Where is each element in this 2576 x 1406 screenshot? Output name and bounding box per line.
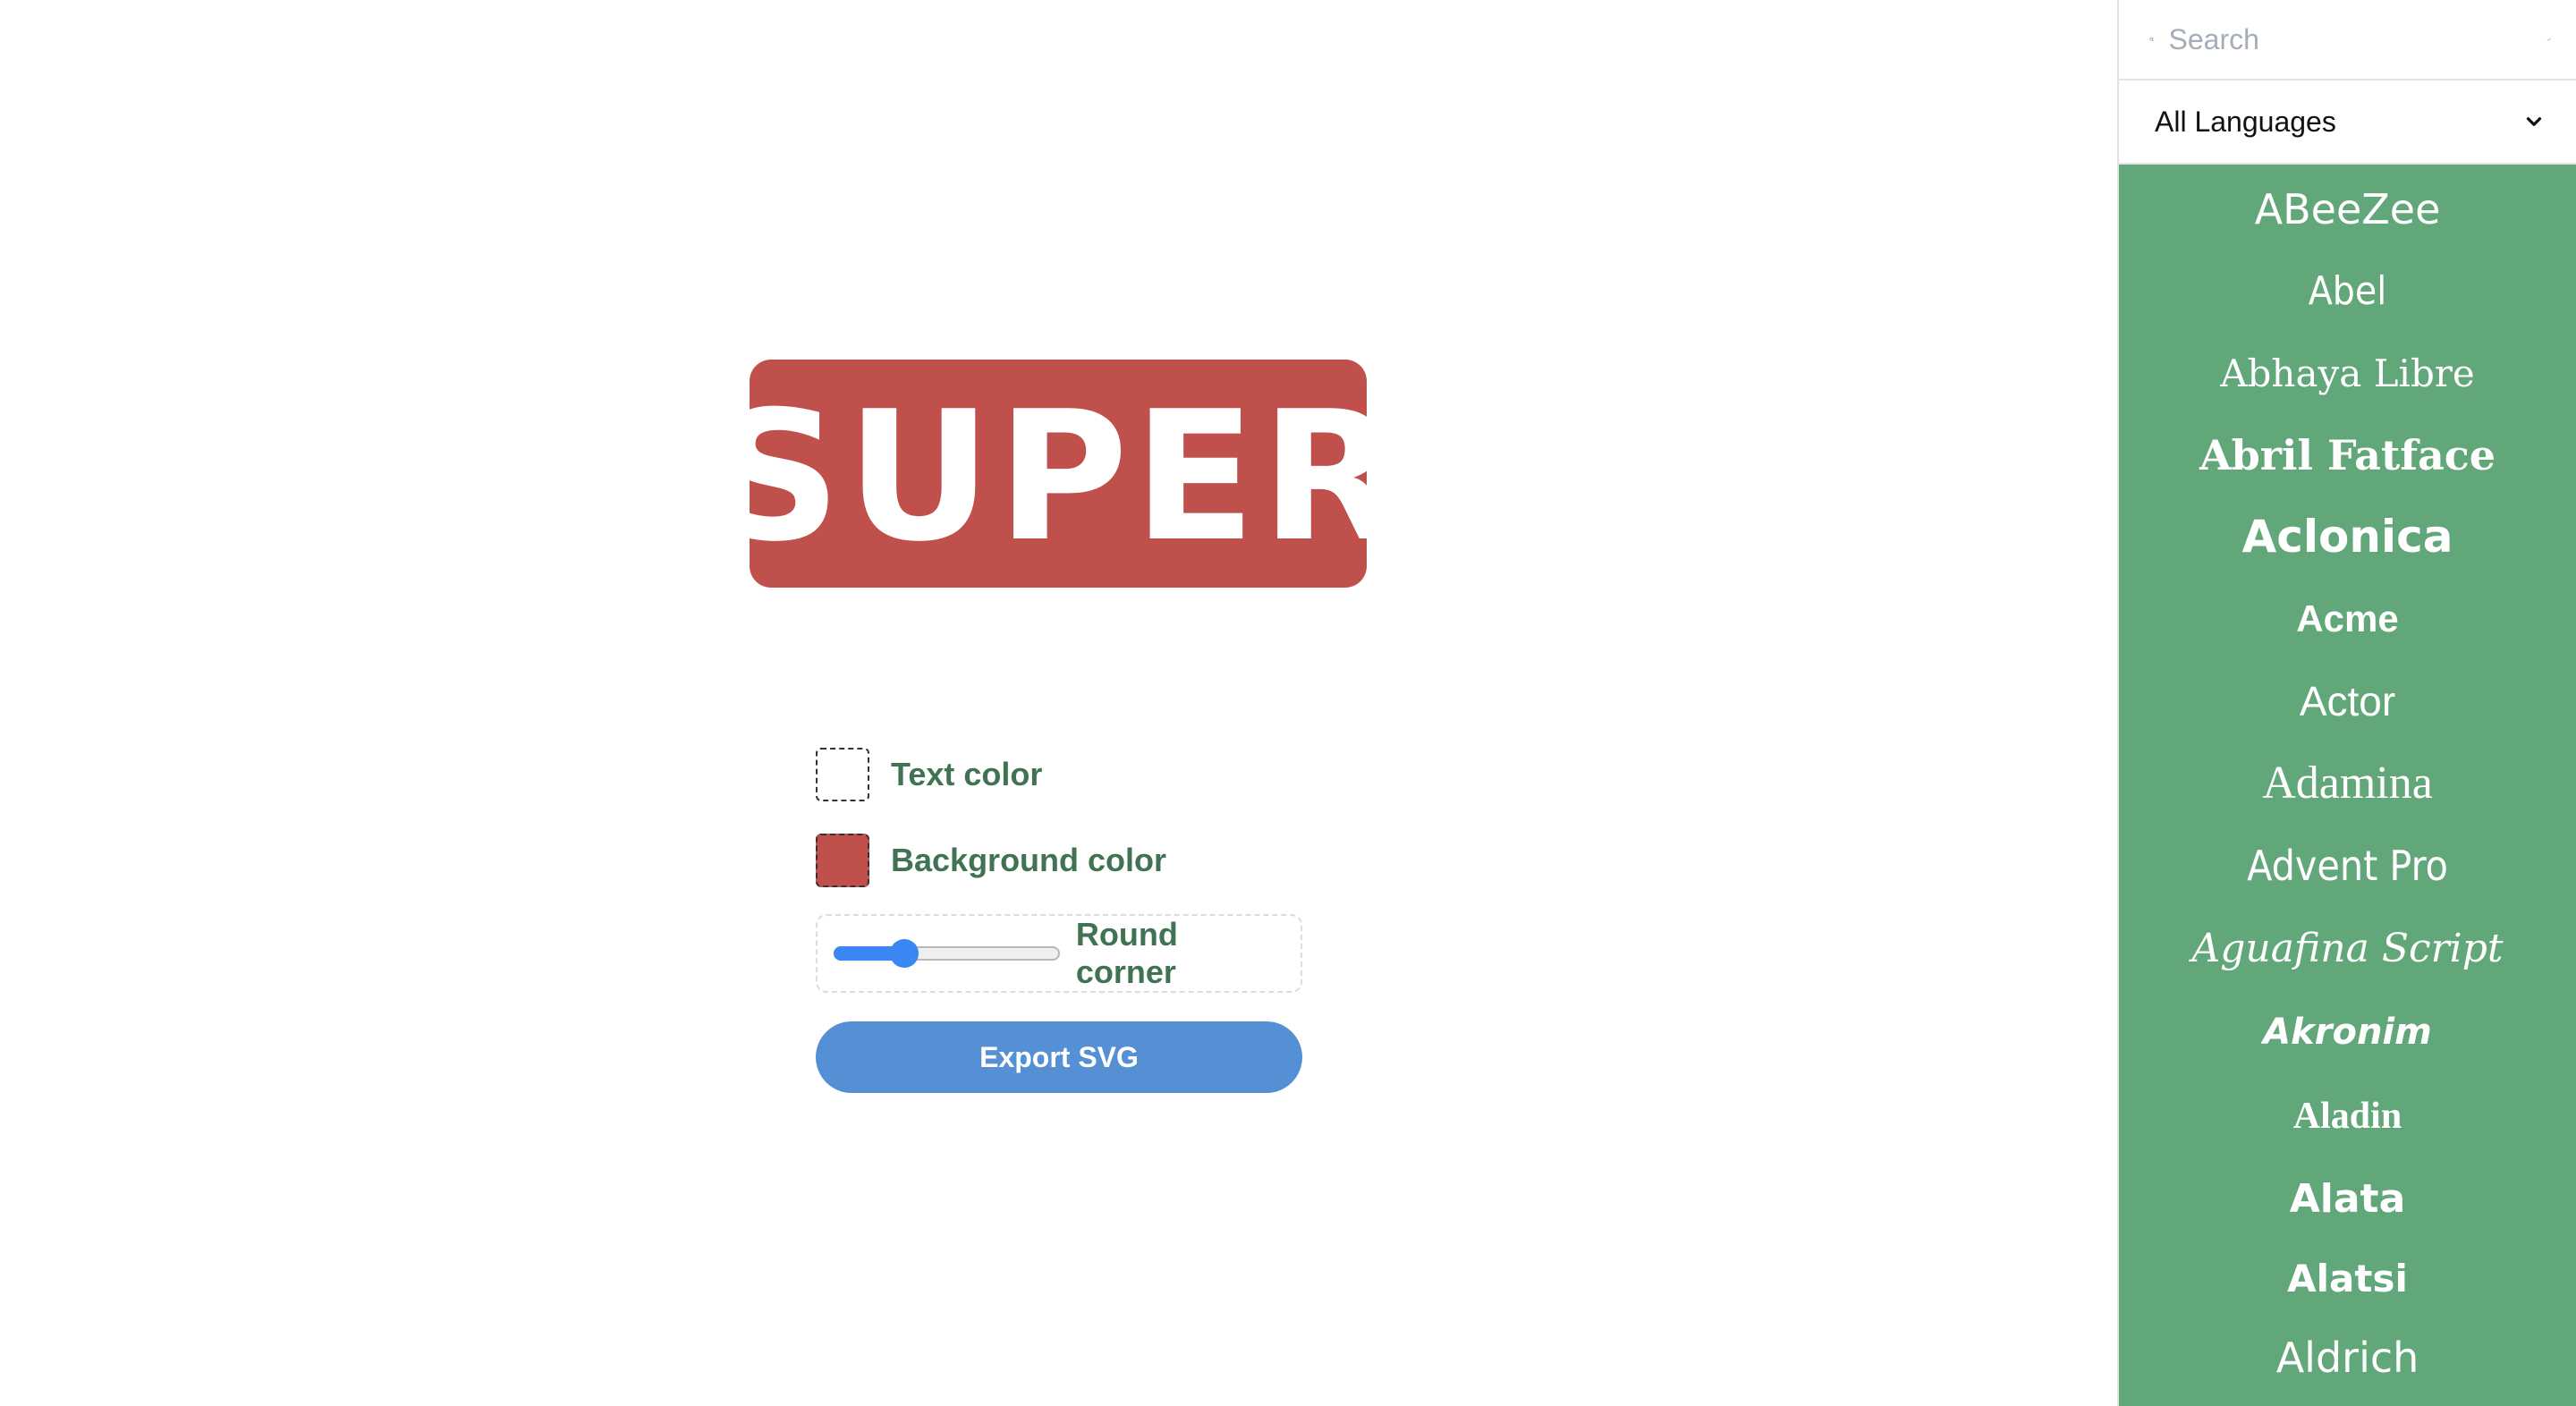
font-list-item[interactable]: Aldrich xyxy=(2119,1318,2576,1397)
font-list-item[interactable]: Abel xyxy=(2119,250,2576,333)
text-color-row: Text color xyxy=(816,746,1302,803)
chevron-down-icon xyxy=(2526,117,2542,126)
language-select-value: All Languages xyxy=(2155,105,2336,138)
font-list-item[interactable]: Adamina xyxy=(2119,742,2576,825)
font-designer-app: SUPER Text color Background color Round … xyxy=(0,0,2576,1406)
font-list: ABeeZee Abel Abhaya Libre Abril Fatface Aclo… xyxy=(2119,165,2576,1406)
preview-text: SUPER xyxy=(750,372,1367,581)
check-icon[interactable] xyxy=(2546,26,2552,53)
font-sidebar: All Languages ABeeZeeAbelAbhaya LibreAbr… xyxy=(2117,0,2576,1406)
font-list-item[interactable]: Actor xyxy=(2119,660,2576,742)
font-list-item[interactable]: Advent Pro xyxy=(2119,825,2576,907)
background-color-label: Background color xyxy=(891,842,1167,878)
export-svg-button[interactable]: Export SVG xyxy=(816,1021,1302,1093)
search-icon xyxy=(2149,37,2155,42)
search-input[interactable] xyxy=(2166,21,2546,57)
controls-panel: Text color Background color Round corner… xyxy=(816,746,1302,1093)
text-color-swatch[interactable] xyxy=(816,748,869,801)
round-corner-label: Round corner xyxy=(1075,916,1178,990)
font-list-item[interactable]: Abhaya Libre xyxy=(2119,333,2576,415)
font-list-item[interactable]: Aladin xyxy=(2119,1073,2576,1159)
logo-preview: SUPER xyxy=(750,360,1367,588)
font-list-item[interactable]: Akronim xyxy=(2119,991,2576,1073)
text-color-label: Text color xyxy=(891,756,1043,792)
font-list-item[interactable]: Alata xyxy=(2119,1159,2576,1240)
font-list-item[interactable]: ABeeZee xyxy=(2119,168,2576,250)
font-list-item[interactable]: Abril Fatface xyxy=(2119,415,2576,495)
background-color-row: Background color xyxy=(816,832,1302,889)
font-list-item[interactable]: Aguafina Script xyxy=(2119,907,2576,991)
main-canvas: SUPER Text color Background color Round … xyxy=(0,0,2117,1406)
language-select[interactable]: All Languages xyxy=(2119,80,2576,165)
font-list-item[interactable]: Acme xyxy=(2119,578,2576,660)
round-corner-slider[interactable] xyxy=(834,939,1060,968)
font-list-item[interactable]: Aclonica xyxy=(2119,495,2576,578)
search-bar xyxy=(2119,0,2576,80)
slider-thumb[interactable] xyxy=(889,939,919,968)
round-corner-control: Round corner xyxy=(816,914,1302,993)
background-color-swatch[interactable] xyxy=(816,834,869,887)
font-list-item[interactable]: Alatsi xyxy=(2119,1240,2576,1318)
